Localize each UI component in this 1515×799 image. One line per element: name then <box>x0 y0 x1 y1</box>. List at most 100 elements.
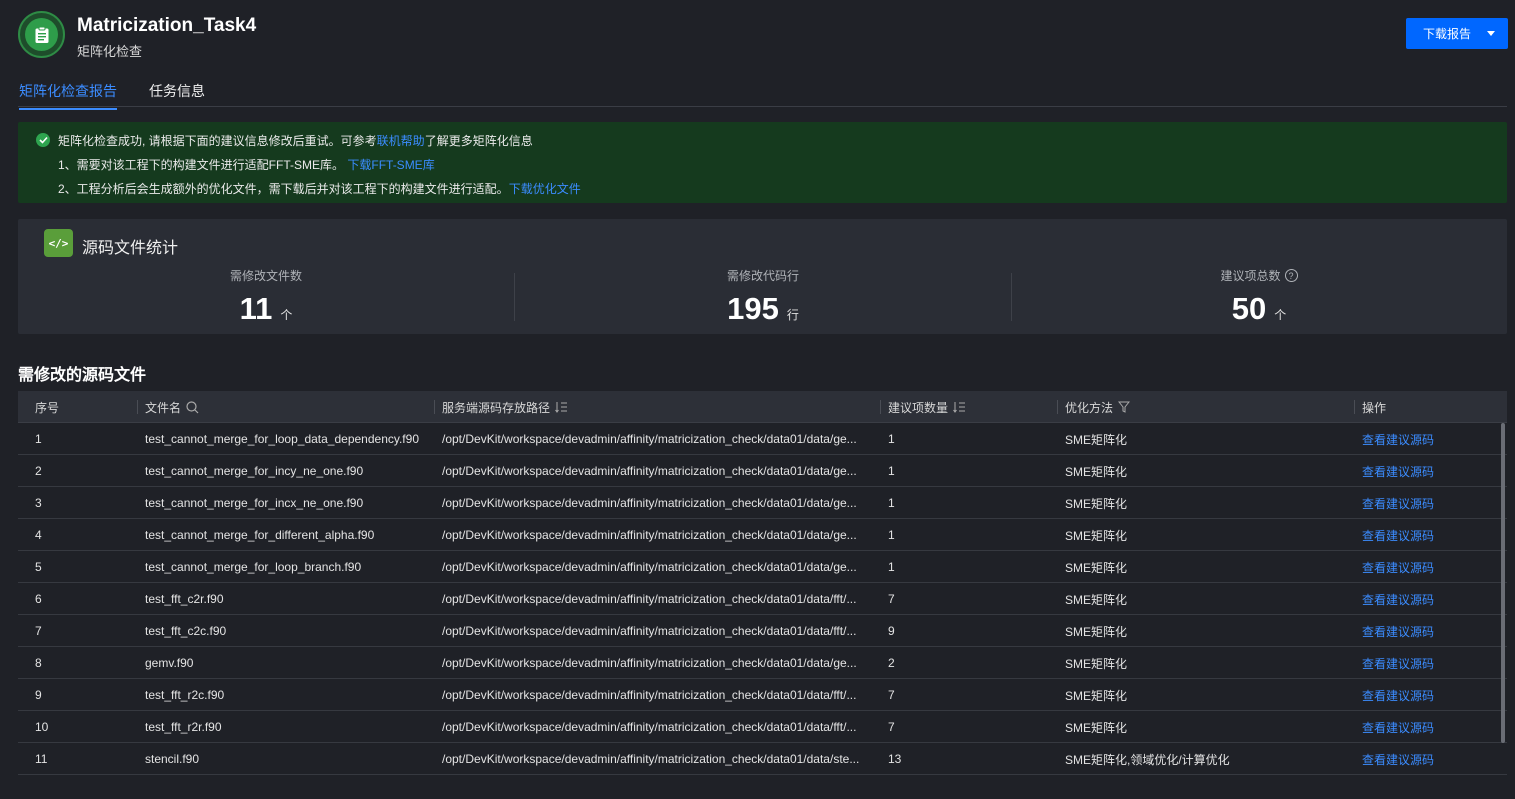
row-index: 11 <box>35 752 48 766</box>
row-index: 1 <box>35 432 42 446</box>
stat-label: 需修改文件数 <box>229 269 302 283</box>
view-suggested-source-link[interactable]: 查看建议源码 <box>1362 519 1434 551</box>
row-index: 9 <box>35 688 42 702</box>
check-circle-icon <box>36 133 50 147</box>
divider <box>1354 400 1355 414</box>
row-index: 7 <box>35 624 42 638</box>
row-method: SME矩阵化 <box>1065 592 1128 607</box>
stat-unit: 行 <box>786 308 799 322</box>
tab-bar: 矩阵化检查报告 任务信息 <box>18 72 1507 110</box>
alert-step-1: 1、需要对该工程下的构建文件进行适配FFT-SME库。 下载FFT-SME库 <box>58 156 435 173</box>
row-file-name: test_fft_c2c.f90 <box>145 624 227 638</box>
alert-message: 矩阵化检查成功, 请根据下面的建议信息修改后重试。可参考联机帮助了解更多矩阵化信… <box>58 132 533 149</box>
row-path: /opt/DevKit/workspace/devadmin/affinity/… <box>442 711 872 743</box>
table-row: 9 test_fft_r2c.f90/opt/DevKit/workspace/d… <box>18 679 1507 711</box>
alert-step-1-text: 1、需要对该工程下的构建文件进行适配FFT-SME库。 <box>58 158 345 172</box>
row-method: SME矩阵化 <box>1065 496 1128 511</box>
online-help-link[interactable]: 联机帮助 <box>377 134 425 148</box>
view-suggested-source-link[interactable]: 查看建议源码 <box>1362 455 1434 487</box>
tab-task-info[interactable]: 任务信息 <box>149 81 205 108</box>
row-file-name: gemv.f90 <box>145 656 194 670</box>
view-suggested-source-link[interactable]: 查看建议源码 <box>1362 711 1434 743</box>
table-row: 8 gemv.f90/opt/DevKit/workspace/devadmin/… <box>18 647 1507 679</box>
table-scrollbar[interactable] <box>1501 423 1505 743</box>
stat-label-wrap: 建议项总数 ? <box>1220 267 1298 284</box>
row-path: /opt/DevKit/workspace/devadmin/affinity/… <box>442 583 872 615</box>
view-suggested-source-link[interactable]: 查看建议源码 <box>1362 743 1434 775</box>
view-suggested-source-link[interactable]: 查看建议源码 <box>1362 583 1434 615</box>
row-path-text: /opt/DevKit/workspace/devadmin/affinity/… <box>442 720 857 734</box>
download-report-button[interactable]: 下载报告 <box>1406 18 1508 49</box>
download-report-label: 下载报告 <box>1423 27 1472 41</box>
column-header-method: 优化方法 <box>1057 391 1131 423</box>
stats-title: 源码文件统计 <box>82 240 179 257</box>
row-method: SME矩阵化 <box>1065 528 1128 543</box>
row-path: /opt/DevKit/workspace/devadmin/affinity/… <box>442 647 872 679</box>
view-suggested-source-link[interactable]: 查看建议源码 <box>1362 487 1434 519</box>
view-suggested-source-link[interactable]: 查看建议源码 <box>1362 647 1434 679</box>
row-path-text: /opt/DevKit/workspace/devadmin/affinity/… <box>442 592 857 606</box>
row-method: SME矩阵化 <box>1065 464 1128 479</box>
task-subtitle: 矩阵化检查 <box>77 44 143 59</box>
sort-icon[interactable] <box>554 400 568 414</box>
row-file-name: test_cannot_merge_for_loop_branch.f90 <box>145 560 362 574</box>
table-row: 3 test_cannot_merge_for_incx_ne_one.f90/o… <box>18 487 1507 519</box>
view-suggested-source-link[interactable]: 查看建议源码 <box>1362 551 1434 583</box>
stat-value: 50 <box>1231 291 1267 326</box>
row-path-text: /opt/DevKit/workspace/devadmin/affinity/… <box>442 752 860 766</box>
row-suggestion-count: 1 <box>888 496 895 510</box>
download-optimized-files-link[interactable]: 下载优化文件 <box>509 182 581 196</box>
search-icon[interactable] <box>185 400 199 414</box>
stat-unit: 个 <box>280 308 293 322</box>
row-path: /opt/DevKit/workspace/devadmin/affinity/… <box>442 551 872 583</box>
header-label: 操作 <box>1362 400 1387 415</box>
header-label: 序号 <box>35 400 60 415</box>
divider <box>1057 400 1058 414</box>
task-report-icon <box>18 11 65 58</box>
row-method: SME矩阵化,领域优化/计算优化 <box>1065 752 1230 767</box>
stat-value: 11 <box>239 291 273 326</box>
row-index: 3 <box>35 496 42 510</box>
stat-total-suggestions: 建议项总数 ? 50 个 <box>1011 267 1507 327</box>
view-suggested-source-link[interactable]: 查看建议源码 <box>1362 615 1434 647</box>
view-suggested-source-link[interactable]: 查看建议源码 <box>1362 679 1434 711</box>
tab-matricization-report[interactable]: 矩阵化检查报告 <box>19 81 117 110</box>
row-path: /opt/DevKit/workspace/devadmin/affinity/… <box>442 423 872 455</box>
row-method: SME矩阵化 <box>1065 560 1128 575</box>
row-suggestion-count: 7 <box>888 720 895 734</box>
row-path: /opt/DevKit/workspace/devadmin/affinity/… <box>442 679 872 711</box>
alert-step-2: 2、工程分析后会生成额外的优化文件，需下载后并对该工程下的构建文件进行适配。下载… <box>58 180 581 197</box>
alert-message-suffix: 了解更多矩阵化信息 <box>424 134 533 148</box>
header-label: 建议项数量 <box>888 400 949 415</box>
table-row: 6 test_fft_c2r.f90/opt/DevKit/workspace/d… <box>18 583 1507 615</box>
sort-icon[interactable] <box>952 400 966 414</box>
header-label: 优化方法 <box>1065 400 1114 415</box>
row-index: 2 <box>35 464 42 478</box>
row-index: 10 <box>35 720 49 734</box>
row-file-name: test_fft_c2r.f90 <box>145 592 224 606</box>
download-fft-sme-link[interactable]: 下载FFT-SME库 <box>347 158 434 172</box>
row-suggestion-count: 1 <box>888 528 895 542</box>
row-file-name: test_cannot_merge_for_incy_ne_one.f90 <box>145 464 364 478</box>
help-icon[interactable]: ? <box>1284 269 1298 282</box>
stat-unit: 个 <box>1274 308 1287 322</box>
row-suggestion-count: 1 <box>888 560 895 574</box>
success-alert: 矩阵化检查成功, 请根据下面的建议信息修改后重试。可参考联机帮助了解更多矩阵化信… <box>18 122 1507 203</box>
row-file-name: test_cannot_merge_for_incx_ne_one.f90 <box>145 496 364 510</box>
row-path: /opt/DevKit/workspace/devadmin/affinity/… <box>442 615 872 647</box>
row-path-text: /opt/DevKit/workspace/devadmin/affinity/… <box>442 624 857 638</box>
divider <box>434 400 435 414</box>
row-method: SME矩阵化 <box>1065 432 1128 447</box>
row-file-name: test_cannot_merge_for_different_alpha.f9… <box>145 528 375 542</box>
row-method: SME矩阵化 <box>1065 656 1128 671</box>
view-suggested-source-link[interactable]: 查看建议源码 <box>1362 423 1434 455</box>
row-path-text: /opt/DevKit/workspace/devadmin/affinity/… <box>442 432 857 446</box>
row-method: SME矩阵化 <box>1065 624 1128 639</box>
filter-icon[interactable] <box>1117 400 1131 414</box>
row-suggestion-count: 1 <box>888 464 895 478</box>
stat-value: 195 <box>727 291 779 326</box>
row-suggestion-count: 13 <box>888 752 902 766</box>
alert-message-text: 矩阵化检查成功, 请根据下面的建议信息修改后重试。可参考 <box>58 134 377 148</box>
divider <box>137 400 138 414</box>
row-path-text: /opt/DevKit/workspace/devadmin/affinity/… <box>442 656 857 670</box>
